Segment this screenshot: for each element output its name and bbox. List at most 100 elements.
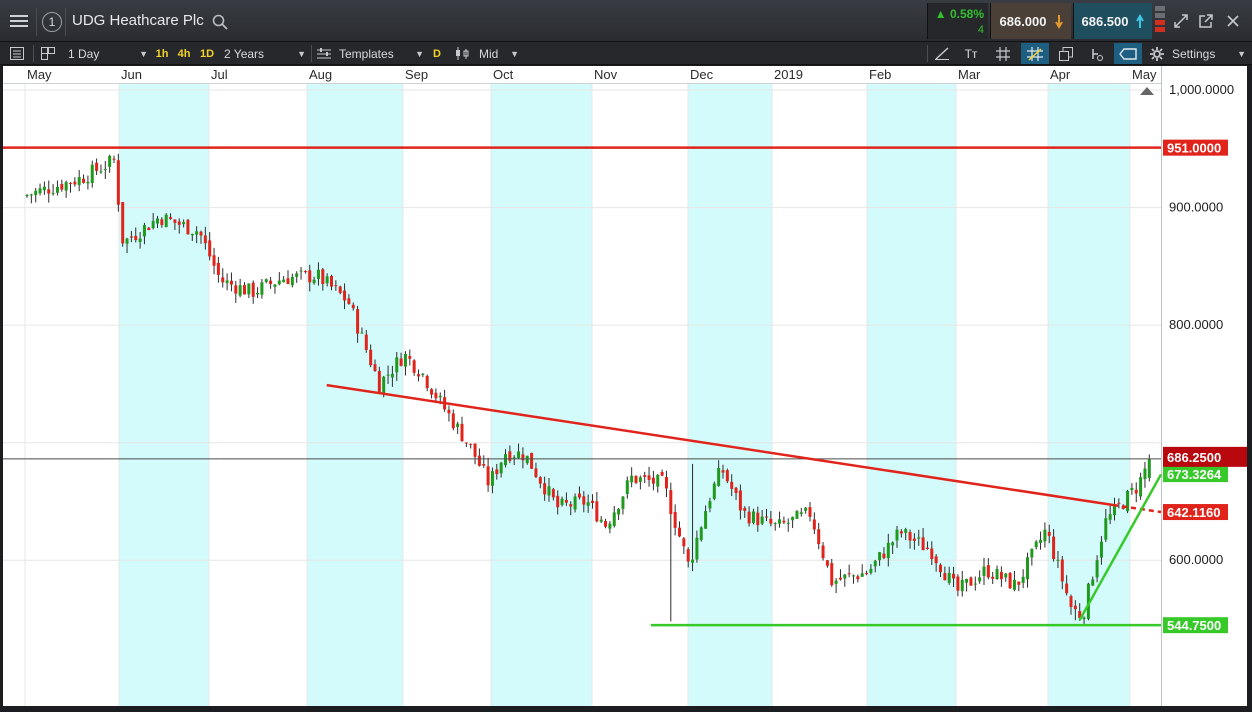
candle-body <box>308 270 312 283</box>
candle-body <box>678 527 681 537</box>
buy-price-button[interactable]: 686.500 <box>1073 3 1152 39</box>
x-tick-label: Aug <box>309 67 332 82</box>
interval-select[interactable]: 1 Day ▼ <box>68 45 150 62</box>
candle-body <box>129 236 133 238</box>
candle-body <box>95 162 99 171</box>
x-tick-label: Apr <box>1050 67 1071 82</box>
candle-body <box>386 374 390 376</box>
candle-body <box>369 349 373 366</box>
templates-button[interactable]: Templates ▼ <box>317 45 424 62</box>
candle-body <box>517 451 521 459</box>
candle-body <box>525 455 529 464</box>
candle-body <box>82 178 86 183</box>
candle-body <box>691 559 695 563</box>
text-tool-button[interactable]: Tт <box>960 45 982 62</box>
candle-body <box>490 471 494 486</box>
candle-body <box>1030 548 1034 558</box>
range-select[interactable]: 2 Years ▼ <box>224 45 308 62</box>
window-number: 1 <box>48 15 56 29</box>
candle-body <box>843 574 847 579</box>
candle-body <box>208 240 212 257</box>
candle-body <box>86 181 90 184</box>
candle-body <box>904 529 908 533</box>
instrument-title: UDG Heathcare Plc <box>72 12 204 29</box>
chevron-down-icon: ▼ <box>297 48 306 59</box>
arrow-up-icon <box>1136 14 1144 28</box>
timeframe-1d[interactable]: 1D <box>197 45 217 62</box>
candle-body <box>234 285 238 294</box>
copy-icon <box>1059 46 1073 61</box>
downtrend-tag: 642.1160 <box>1163 504 1228 521</box>
candle-body <box>312 279 316 284</box>
close-button[interactable] <box>1224 12 1242 30</box>
price-chart[interactable]: May Jun Jul Aug Sep Oct Nov Dec 2019 Feb Mar Apr May… <box>3 66 1247 706</box>
layout-button[interactable] <box>38 45 58 62</box>
crosshair-grid-button[interactable] <box>1021 43 1049 64</box>
layout-icon <box>41 47 55 60</box>
month-band <box>491 83 592 706</box>
search-button[interactable] <box>210 12 230 32</box>
candle-body <box>438 395 442 398</box>
d-badge[interactable]: D <box>427 45 447 62</box>
chart-canvas[interactable]: May Jun Jul Aug Sep Oct Nov Dec 2019 Feb Mar Apr May… <box>3 66 1247 706</box>
candle-body <box>482 464 486 466</box>
grid-button[interactable] <box>992 45 1014 62</box>
candle-body <box>895 529 899 541</box>
timeframe-4h[interactable]: 4h <box>174 45 194 62</box>
candle-body <box>1008 572 1012 589</box>
candle-body <box>1021 576 1025 583</box>
popout-button[interactable] <box>1197 12 1215 30</box>
candle-body <box>160 219 164 226</box>
timeframe-1h[interactable]: 1h <box>152 45 172 62</box>
candle-body <box>347 298 351 304</box>
sell-price-button[interactable]: 686.000 <box>990 3 1071 39</box>
y-tick-label: 1,000.0000 <box>1169 82 1234 97</box>
label-button[interactable] <box>1114 43 1142 64</box>
list-view-button[interactable] <box>8 45 26 62</box>
price-change-points: 4 <box>977 24 984 36</box>
x-tick-label: Oct <box>493 67 514 82</box>
close-icon <box>1227 15 1239 27</box>
candle-body <box>634 475 638 483</box>
window-number-badge[interactable]: 1 <box>42 12 62 32</box>
indicator-button[interactable] <box>1086 45 1108 62</box>
month-band <box>119 83 209 706</box>
x-tick-label: May <box>1132 67 1157 82</box>
candle-body <box>547 486 551 496</box>
settings-label: Settings <box>1172 46 1216 61</box>
copy-button[interactable] <box>1055 45 1077 62</box>
candle-body <box>899 531 903 534</box>
price-change-box: ▲ 0.58% 4 <box>927 3 988 39</box>
candle-body <box>112 158 116 160</box>
candle-body <box>952 573 956 579</box>
candle-body <box>721 470 725 473</box>
candle-body <box>612 512 616 526</box>
candle-body <box>782 520 786 523</box>
candle-body <box>625 480 629 495</box>
candle-body <box>247 283 251 295</box>
candle-body <box>873 560 877 567</box>
interval-value: 1 Day <box>68 46 100 61</box>
settings-button[interactable]: Settings ▼ <box>1150 45 1248 62</box>
label-tag-icon <box>1119 47 1137 60</box>
menu-button[interactable] <box>8 11 30 31</box>
candle-body <box>734 487 738 494</box>
candle-body <box>960 579 964 592</box>
candle-body <box>286 278 290 284</box>
candle-body <box>338 286 342 294</box>
price-type-select[interactable]: Mid ▼ <box>455 45 521 62</box>
downtrend-tag-text: 642.1160 <box>1167 505 1221 520</box>
candle-body <box>878 552 882 561</box>
candle-body <box>103 169 107 171</box>
candle-body <box>447 409 451 414</box>
candle-body <box>564 499 568 503</box>
candle-body <box>921 537 925 551</box>
candle-body <box>804 507 808 511</box>
candle-body <box>260 282 264 295</box>
candle-body <box>930 548 934 560</box>
expand-button[interactable] <box>1172 12 1190 30</box>
candle-body <box>617 508 621 515</box>
draw-line-button[interactable] <box>932 45 952 62</box>
list-icon <box>10 47 24 60</box>
candle-body <box>1039 539 1043 543</box>
